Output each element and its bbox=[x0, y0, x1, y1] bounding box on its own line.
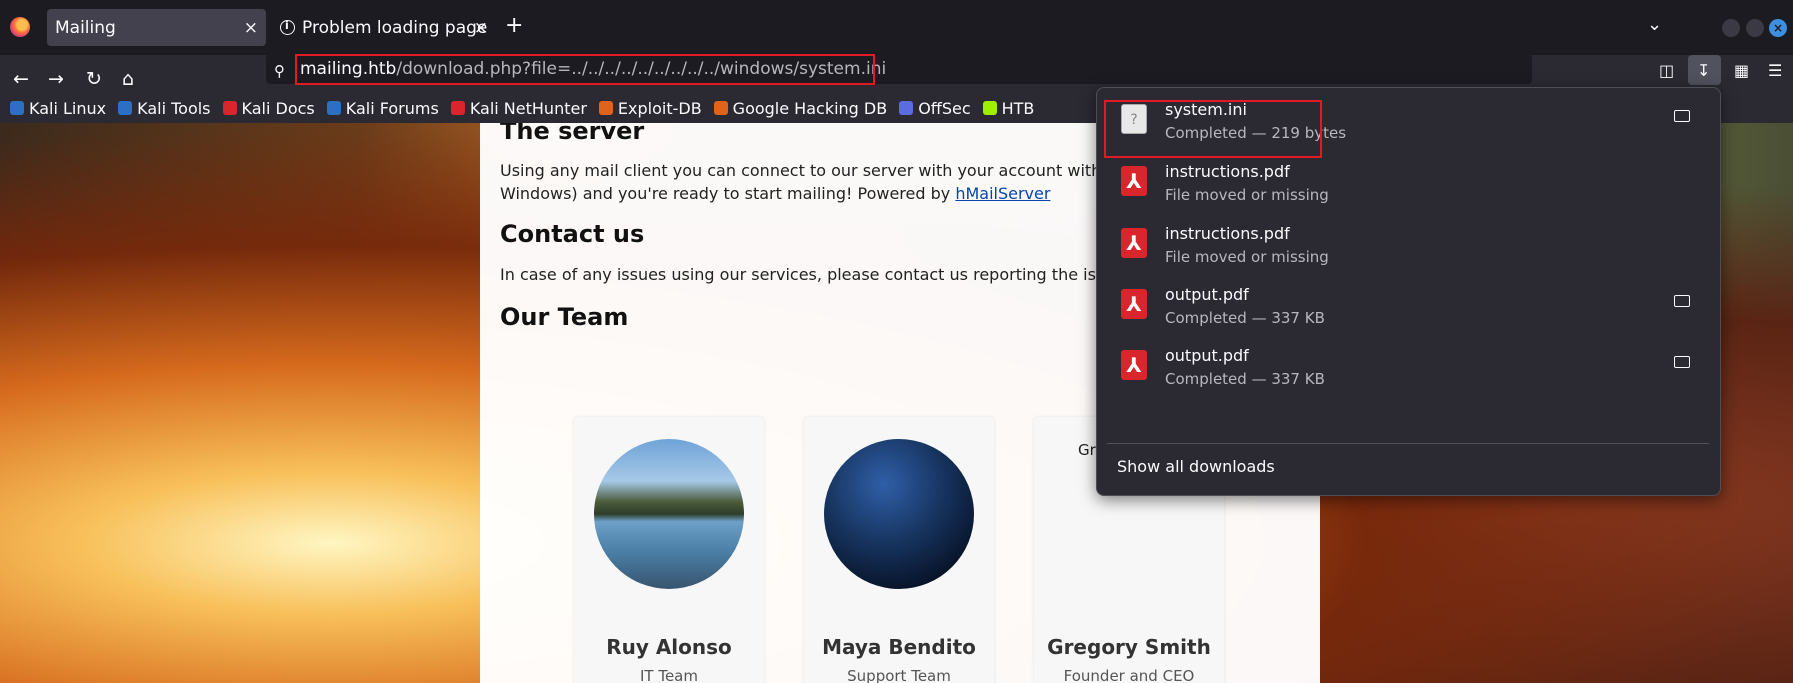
team-member-name: Gregory Smith bbox=[1047, 635, 1211, 659]
download-status: Completed — 337 KB bbox=[1165, 309, 1325, 327]
maximize-button[interactable] bbox=[1746, 19, 1764, 37]
forward-button[interactable]: → bbox=[48, 68, 64, 90]
menu-icon[interactable]: ☰ bbox=[1768, 61, 1782, 80]
list-all-tabs-icon[interactable]: ⌄ bbox=[1647, 14, 1662, 35]
back-button[interactable]: ← bbox=[13, 68, 29, 90]
google-hacking-db-icon bbox=[713, 101, 728, 115]
minimize-button[interactable] bbox=[1722, 19, 1740, 37]
folder-icon[interactable] bbox=[1674, 295, 1690, 307]
new-tab-button[interactable]: + bbox=[505, 13, 523, 38]
kali-tools-icon bbox=[118, 101, 133, 115]
kali-linux-icon bbox=[10, 101, 24, 115]
pdf-icon: ⅄ bbox=[1121, 289, 1147, 319]
pdf-icon: ⅄ bbox=[1121, 350, 1147, 380]
kali-forums-icon bbox=[326, 101, 341, 115]
firefox-logo-icon[interactable] bbox=[10, 17, 30, 37]
info-icon bbox=[280, 19, 295, 35]
team-heading: Our Team bbox=[500, 303, 629, 331]
download-item[interactable]: ⅄ output.pdf Completed — 337 KB bbox=[1107, 334, 1710, 400]
close-tab-icon[interactable]: × bbox=[244, 18, 258, 38]
team-member-name: Maya Bendito bbox=[822, 635, 976, 659]
tab-mailing[interactable]: Mailing × bbox=[47, 9, 266, 46]
bookmark-google-hacking-db[interactable]: Google Hacking DB bbox=[713, 99, 887, 118]
pdf-icon: ⅄ bbox=[1121, 166, 1147, 196]
url-highlight-box bbox=[295, 54, 875, 85]
bookmark-kali-docs[interactable]: Kali Docs bbox=[222, 99, 315, 118]
title-bar: Mailing × Problem loading page × + ⌄ × bbox=[0, 0, 1793, 55]
download-status: File moved or missing bbox=[1165, 248, 1329, 266]
folder-icon[interactable] bbox=[1674, 110, 1690, 122]
bookmark-kali-linux[interactable]: Kali Linux bbox=[10, 99, 106, 118]
download-filename: output.pdf bbox=[1165, 285, 1249, 304]
show-all-downloads-button[interactable]: Show all downloads bbox=[1117, 457, 1275, 476]
tab-label: Problem loading page bbox=[302, 17, 488, 38]
download-filename: instructions.pdf bbox=[1165, 224, 1290, 243]
panel-divider bbox=[1107, 443, 1709, 444]
download-filename: output.pdf bbox=[1165, 346, 1249, 365]
team-member-name: Ruy Alonso bbox=[606, 635, 732, 659]
avatar-lake-mountains bbox=[594, 439, 744, 589]
tab-problem-loading[interactable]: Problem loading page × bbox=[276, 9, 496, 46]
bookmark-kali-tools[interactable]: Kali Tools bbox=[118, 99, 211, 118]
download-status: Completed — 337 KB bbox=[1165, 370, 1325, 388]
htb-icon bbox=[982, 101, 997, 115]
server-text-line-2: Windows) and you're ready to start maili… bbox=[500, 184, 1051, 203]
exploit-db-icon bbox=[598, 101, 613, 115]
team-card-ruy-alonso: Ruy Alonso IT Team bbox=[574, 417, 764, 683]
home-button[interactable]: ⌂ bbox=[122, 68, 134, 90]
kali-docs-icon bbox=[222, 101, 237, 115]
offsec-icon bbox=[899, 101, 914, 115]
download-item[interactable]: ⅄ output.pdf Completed — 337 KB bbox=[1107, 273, 1710, 339]
team-member-role: Support Team bbox=[847, 667, 951, 683]
kali-nethunter-icon bbox=[450, 101, 465, 115]
pocket-icon[interactable]: ◫ bbox=[1659, 61, 1674, 80]
bookmark-exploit-db[interactable]: Exploit-DB bbox=[598, 99, 702, 118]
download-status: File moved or missing bbox=[1165, 186, 1329, 204]
server-text-line-1: Using any mail client you can connect to… bbox=[500, 161, 1150, 180]
hmailserver-link[interactable]: hMailServer bbox=[955, 184, 1050, 203]
team-member-role: Founder and CEO bbox=[1063, 667, 1195, 683]
contact-text: In case of any issues using our services… bbox=[500, 265, 1125, 284]
broken-image-text: Gr bbox=[1078, 441, 1096, 459]
download-item[interactable]: ⅄ instructions.pdf File moved or missing bbox=[1107, 150, 1710, 216]
download-icon: ↧ bbox=[1697, 61, 1711, 80]
reload-button[interactable]: ↻ bbox=[86, 68, 102, 90]
team-member-role: IT Team bbox=[639, 667, 698, 683]
tab-label: Mailing bbox=[55, 17, 116, 38]
pdf-icon: ⅄ bbox=[1121, 228, 1147, 258]
download-filename: instructions.pdf bbox=[1165, 162, 1290, 181]
avatar-starry-sky bbox=[824, 439, 974, 589]
download-highlight-box bbox=[1104, 100, 1322, 158]
bookmark-htb[interactable]: HTB bbox=[982, 99, 1034, 118]
bookmark-offsec[interactable]: OffSec bbox=[899, 99, 971, 118]
folder-icon[interactable] bbox=[1674, 356, 1690, 368]
download-item[interactable]: ⅄ instructions.pdf File moved or missing bbox=[1107, 212, 1710, 278]
close-tab-icon[interactable]: × bbox=[474, 18, 488, 38]
close-window-button[interactable]: × bbox=[1769, 19, 1787, 37]
server-heading: The server bbox=[500, 123, 645, 145]
contact-heading: Contact us bbox=[500, 220, 645, 248]
bookmark-kali-forums[interactable]: Kali Forums bbox=[326, 99, 439, 118]
extensions-icon[interactable]: ▦ bbox=[1734, 61, 1749, 80]
team-card-maya-bendito: Maya Bendito Support Team bbox=[804, 417, 994, 683]
bookmark-kali-nethunter[interactable]: Kali NetHunter bbox=[450, 99, 587, 118]
search-icon: ⚲ bbox=[274, 62, 285, 80]
